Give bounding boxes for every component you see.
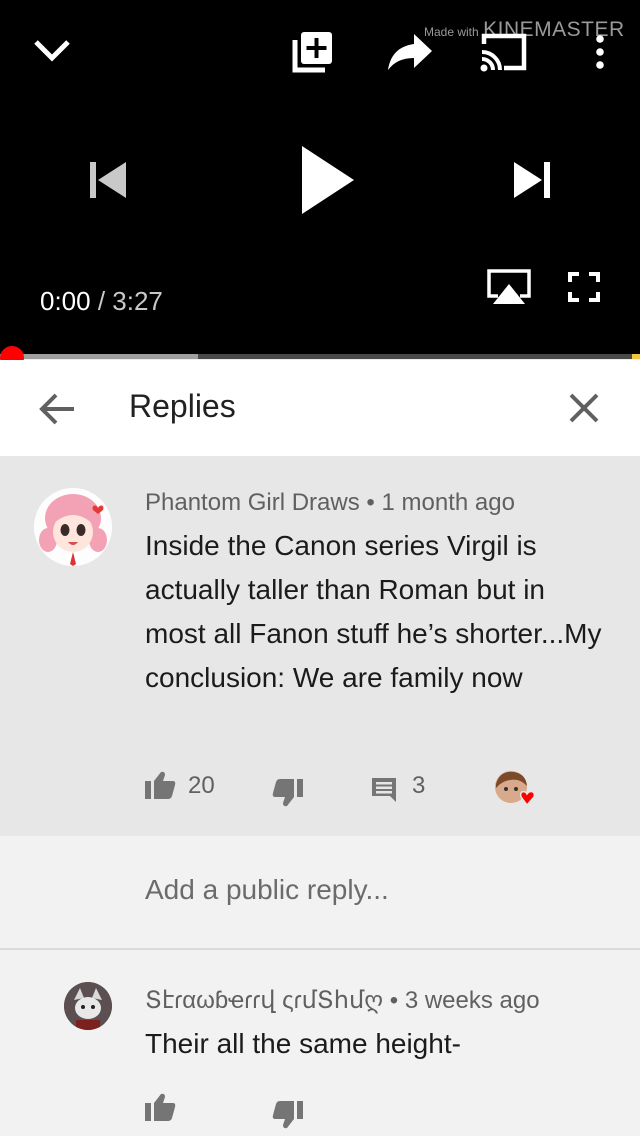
- reply-avatar[interactable]: [64, 982, 112, 1030]
- next-icon[interactable]: [512, 160, 554, 200]
- avatar[interactable]: [34, 488, 112, 566]
- thumbs-down-icon[interactable]: [272, 778, 304, 808]
- reply-meta-separator: •: [389, 987, 399, 1014]
- reply-count[interactable]: 3: [412, 772, 425, 800]
- close-icon[interactable]: [568, 392, 600, 424]
- reply-meta: Տէɾαωɓҽɾɾվ ςɾմՏհմღ • 3 weeks ago: [145, 986, 540, 1015]
- time-display: 0:00 / 3:27: [40, 286, 163, 317]
- comment-text: Inside the Canon series Virgil is actual…: [145, 530, 602, 693]
- reply-thumbs-up-icon[interactable]: [144, 1092, 176, 1122]
- previous-icon[interactable]: [86, 160, 128, 200]
- duration: 3:27: [112, 286, 163, 316]
- comment-meta: Phantom Girl Draws • 1 month ago: [145, 489, 515, 517]
- reply-input[interactable]: Add a public reply...: [145, 874, 389, 906]
- replies-header: Replies: [0, 360, 640, 456]
- share-icon[interactable]: [386, 30, 434, 72]
- page-title: Replies: [129, 388, 236, 424]
- progress-end-marker: [632, 354, 640, 359]
- meta-separator: •: [366, 489, 375, 516]
- reply-text: Their all the same height-: [145, 1028, 461, 1059]
- play-icon[interactable]: [296, 144, 358, 216]
- current-time: 0:00: [40, 286, 91, 316]
- creator-heart-icon: [495, 771, 536, 807]
- like-count: 20: [188, 772, 215, 799]
- reply-avatar-image: [64, 982, 112, 1030]
- reply-age[interactable]: 3 weeks ago: [405, 987, 540, 1014]
- cast-icon[interactable]: [480, 32, 528, 72]
- add-to-playlist-icon[interactable]: [290, 30, 336, 74]
- parent-comment: Phantom Girl Draws • 1 month ago Inside …: [0, 456, 640, 836]
- avatar-image: [34, 488, 112, 566]
- buffered-bar: [0, 354, 199, 359]
- airplay-icon[interactable]: [486, 268, 532, 306]
- progress-bar[interactable]: [0, 354, 640, 359]
- reply-author[interactable]: Տէɾαωɓҽɾɾվ ςɾմՏհմღ: [145, 987, 383, 1014]
- thumbs-up-icon[interactable]: [144, 770, 176, 800]
- chevron-down-icon[interactable]: [32, 34, 72, 64]
- time-separator: /: [90, 286, 113, 316]
- reply-thumbs-down-icon[interactable]: [272, 1100, 304, 1130]
- reply-input-area[interactable]: Add a public reply...: [0, 836, 640, 950]
- back-arrow-icon[interactable]: [38, 392, 76, 426]
- fullscreen-icon[interactable]: [568, 272, 600, 302]
- reply-icon[interactable]: [370, 776, 398, 804]
- video-player[interactable]: Made with KINEMASTER 0:00 / 3:27: [0, 0, 640, 358]
- comment-age[interactable]: 1 month ago: [381, 489, 514, 516]
- reply-comment: Տէɾαωɓҽɾɾվ ςɾմՏհմღ • 3 weeks ago Their a…: [0, 950, 640, 1136]
- comment-author[interactable]: Phantom Girl Draws: [145, 489, 360, 516]
- more-vert-icon[interactable]: [592, 34, 608, 70]
